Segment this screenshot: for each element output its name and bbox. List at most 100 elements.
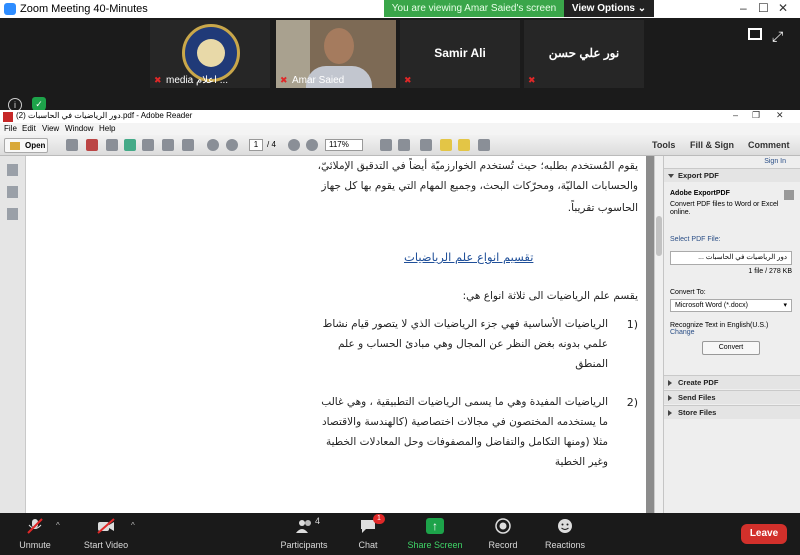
participant-tile-media[interactable]: ✖ media اعلام ... (150, 20, 270, 88)
participants-label: Participants (280, 540, 328, 550)
mic-muted-icon (26, 518, 44, 534)
send-files-section[interactable]: Send Files (664, 390, 800, 404)
maximize-icon[interactable]: ☐ (758, 1, 769, 15)
participant-tile-amar[interactable]: ✖ Amar Saied (276, 20, 396, 88)
meeting-controls: Unmute ^ Start Video ^ 4 Participants 1 … (0, 513, 800, 555)
fullscreen-icon[interactable]: ⤢ (772, 28, 783, 45)
tools-link[interactable]: Tools (652, 140, 675, 150)
next-page-icon[interactable] (226, 139, 238, 151)
fit-page-icon[interactable] (380, 139, 392, 151)
menu-help[interactable]: Help (99, 124, 115, 133)
folder-icon (10, 142, 20, 150)
store-files-section[interactable]: Store Files (664, 405, 800, 419)
pages-icon[interactable] (7, 164, 18, 176)
minimize-icon[interactable]: – (740, 1, 747, 15)
create-pdf-icon[interactable] (66, 139, 78, 151)
adobe-exportpdf-title: Adobe ExportPDF (670, 190, 730, 197)
pdf-page: يقوم المُستخدم بطلبه؛ حيث تُستخدم الخوار… (26, 156, 646, 513)
email-icon[interactable] (182, 139, 194, 151)
attachments-icon[interactable] (7, 208, 18, 220)
record-button[interactable]: Record (484, 518, 522, 550)
select-pdf-label: Select PDF File: (670, 236, 721, 243)
participant-tile-samir[interactable]: Samir Ali ✖ (400, 20, 520, 88)
participants-button[interactable]: 4 Participants (276, 516, 332, 550)
close-icon[interactable]: ✕ (778, 1, 788, 15)
selected-file-name: دور الرياضيات في الحاسبات ... (698, 254, 787, 261)
save-icon[interactable] (142, 139, 154, 151)
page-number-input[interactable]: 1 (249, 139, 263, 151)
paragraph-line: والحسابات الماليّة، ومحرّكات البحث، وجمي… (321, 180, 638, 192)
reactions-label: Reactions (544, 540, 586, 550)
chevron-down-icon: ⌄ (637, 3, 647, 14)
paragraph-line: الحاسوب تقريباً. (567, 202, 638, 214)
read-mode-icon[interactable] (420, 139, 432, 151)
record-label: Record (488, 540, 518, 550)
restore-icon[interactable]: ❐ (752, 110, 760, 121)
create-pdf-section[interactable]: Create PDF (664, 375, 800, 389)
menu-edit[interactable]: Edit (22, 124, 36, 133)
reactions-icon (556, 518, 574, 534)
chat-button[interactable]: 1 Chat (352, 514, 385, 550)
export-description: Convert PDF files to Word or Excel (670, 201, 779, 208)
menu-window[interactable]: Window (65, 124, 93, 133)
cloud-upload-icon[interactable] (124, 139, 136, 151)
share-screen-icon: ↑ (426, 518, 444, 534)
mic-muted-icon: ✖ (280, 75, 288, 85)
unmute-button[interactable]: Unmute (12, 518, 58, 550)
reactions-button[interactable]: Reactions (542, 518, 588, 550)
change-link[interactable]: Change (670, 329, 695, 336)
close-icon[interactable]: ✕ (776, 110, 784, 121)
bookmarks-icon[interactable] (7, 186, 18, 198)
gallery-layout-icon[interactable] (748, 28, 762, 40)
export-description: online. (670, 209, 691, 216)
record-icon (494, 518, 512, 534)
reader-toolbar: Open 1 / 4 117% Tools Fill & Sign Commen… (0, 135, 800, 156)
chevron-up-icon[interactable]: ^ (56, 521, 60, 530)
edit-icon[interactable] (106, 139, 118, 151)
export-pdf-section[interactable]: Export PDF (664, 168, 800, 182)
sticky-note-icon[interactable] (440, 139, 452, 151)
fill-sign-link[interactable]: Fill & Sign (690, 140, 734, 150)
open-button[interactable]: Open (4, 138, 48, 153)
participants-count: 4 (315, 516, 321, 526)
minimize-icon[interactable]: – (733, 110, 738, 120)
convert-button[interactable]: Convert (702, 341, 760, 355)
page-total: / 4 (267, 140, 276, 149)
chat-label: Chat (358, 540, 378, 550)
chat-badge: 1 (373, 514, 385, 524)
organization-logo (182, 24, 240, 82)
combine-icon[interactable] (86, 139, 98, 151)
leave-button[interactable]: Leave (741, 524, 787, 544)
start-video-button[interactable]: Start Video (80, 518, 132, 550)
list-item-line: الرياضيات الأساسية فهي جزء الرياضيات الذ… (322, 318, 608, 330)
participant-tile-noor[interactable]: نور علي حسن ✖ (524, 20, 644, 88)
zoom-select[interactable]: 117% (325, 139, 363, 151)
file-info: 1 file / 278 KB (748, 268, 792, 275)
zoom-out-icon[interactable] (288, 139, 300, 151)
zoom-in-icon[interactable] (306, 139, 318, 151)
menu-file[interactable]: File (4, 124, 17, 133)
share-screen-button[interactable]: ↑ Share Screen (404, 518, 466, 550)
participant-name: نور علي حسن (548, 46, 620, 60)
fit-width-icon[interactable] (398, 139, 410, 151)
selected-file-field[interactable]: دور الرياضيات في الحاسبات ... (670, 251, 792, 265)
previous-page-icon[interactable] (207, 139, 219, 151)
vertical-scrollbar[interactable] (654, 156, 663, 513)
expand-icon[interactable] (478, 139, 490, 151)
menu-view[interactable]: View (42, 124, 59, 133)
comment-link[interactable]: Comment (748, 140, 790, 150)
participants-icon: 4 (295, 516, 320, 534)
chat-icon: 1 (359, 514, 385, 534)
list-item-line: علمي بدونه بغض النظر عن المجال وهي مبادئ… (338, 338, 608, 350)
item-number: (2 (626, 396, 638, 409)
chevron-up-icon[interactable]: ^ (131, 521, 135, 530)
adobe-reader-window: دور الرياضيات في الحاسبات (2).pdf - Adob… (0, 110, 800, 513)
convert-format-select[interactable]: Microsoft Word (*.docx) ▾ (670, 299, 792, 312)
print-icon[interactable] (162, 139, 174, 151)
view-options-button[interactable]: View Options ⌄ (564, 0, 654, 17)
sign-in-link[interactable]: Sign In (764, 158, 786, 165)
convert-to-label: Convert To: (670, 289, 706, 296)
scroll-thumb[interactable] (656, 216, 662, 256)
info-icon[interactable] (784, 190, 794, 200)
highlight-icon[interactable] (458, 139, 470, 151)
